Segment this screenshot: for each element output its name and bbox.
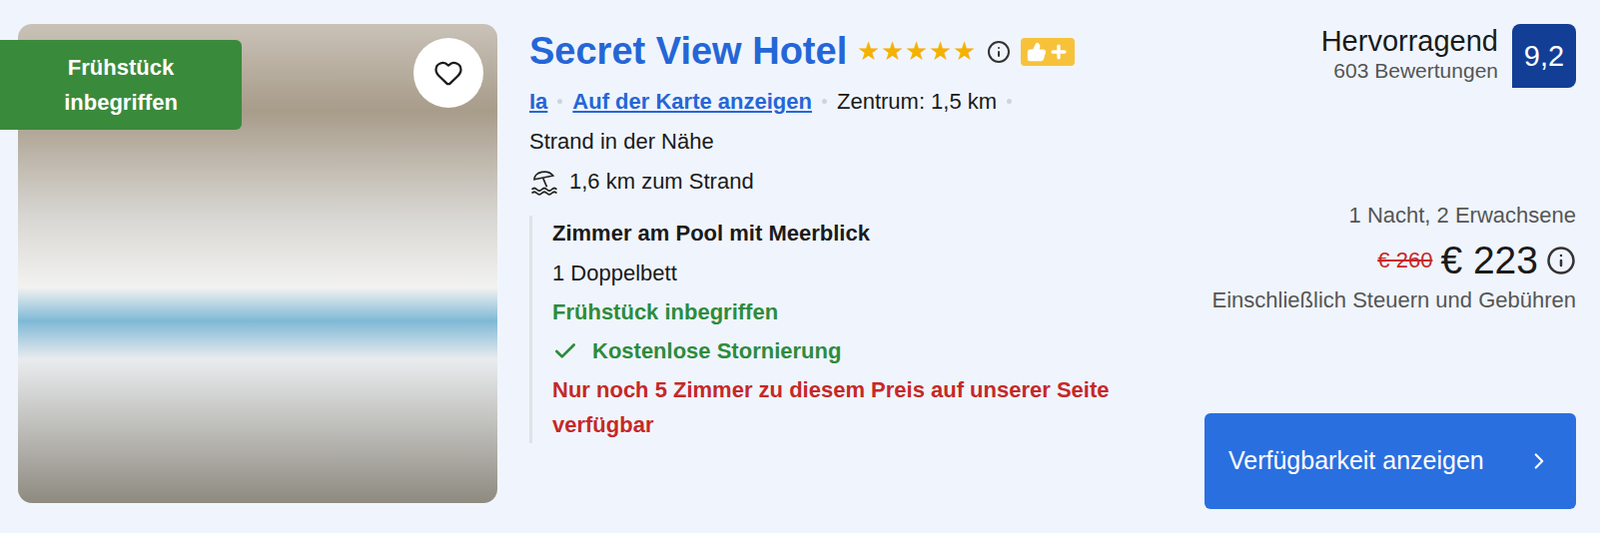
favorite-button[interactable]	[413, 37, 484, 108]
hotel-photo[interactable]: Frühstück inbegriffen	[17, 23, 498, 504]
bed-info: 1 Doppelbett	[552, 255, 1129, 291]
review-score[interactable]: Hervorragend603 Bewertungen 9,2	[1321, 23, 1577, 88]
beach-distance: 1,6 km zum Strand	[529, 165, 1171, 196]
beach-umbrella-icon	[529, 165, 560, 196]
separator-dot	[557, 98, 563, 104]
star-rating: ★★★★★	[856, 35, 977, 67]
current-price: € 223	[1440, 238, 1539, 283]
scarcity-message: Nur noch 5 Zimmer zu diesem Preis auf un…	[552, 372, 1129, 443]
room-details: Zimmer am Pool mit Meerblick 1 Doppelbett…	[529, 215, 1129, 443]
stay-info: 1 Nacht, 2 Erwachsene	[1349, 197, 1577, 233]
price-column: Hervorragend603 Bewertungen 9,2 1 Nacht, 2…	[1202, 23, 1577, 510]
info-icon[interactable]	[1546, 245, 1577, 276]
review-count: 603 Bewertungen	[1321, 58, 1499, 83]
city-link[interactable]: Ia	[529, 86, 548, 117]
tax-note: Einschließlich Steuern und Gebühren	[1212, 282, 1577, 318]
chevron-right-icon	[1526, 448, 1553, 475]
room-name: Zimmer am Pool mit Meerblick	[552, 215, 1129, 251]
rating-label: Hervorragend	[1321, 23, 1499, 59]
info-icon[interactable]	[986, 39, 1011, 64]
separator-dot	[821, 98, 827, 104]
map-link[interactable]: Auf der Karte anzeigen	[572, 86, 812, 117]
hotel-info: Secret View Hotel ★★★★★ Ia Auf der Karte an…	[529, 23, 1171, 510]
beach-note: Strand in der Nähe	[529, 126, 1171, 157]
separator-dot	[1006, 98, 1012, 104]
thumbs-up-icon	[1026, 41, 1047, 62]
heart-icon	[433, 57, 464, 88]
check-icon	[552, 338, 579, 365]
hotel-title[interactable]: Secret View Hotel	[529, 29, 847, 73]
hotel-card: Frühstück inbegriffen Secret View Hotel ★★…	[0, 0, 1600, 533]
price-row: € 260 € 223	[1377, 238, 1577, 283]
plus-icon	[1048, 41, 1069, 62]
breakfast-info: Frühstück inbegriffen	[552, 294, 1129, 330]
location-row: Ia Auf der Karte anzeigen Zentrum: 1,5 km	[529, 86, 1171, 117]
free-cancellation: Kostenlose Stornierung	[552, 333, 1129, 369]
availability-button[interactable]: Verfügbarkeit anzeigen	[1204, 413, 1577, 510]
breakfast-badge: Frühstück inbegriffen	[0, 39, 242, 130]
score-badge: 9,2	[1512, 23, 1577, 88]
old-price: € 260	[1377, 247, 1433, 274]
center-distance: Zentrum: 1,5 km	[836, 86, 997, 117]
preferred-badge	[1020, 37, 1075, 66]
